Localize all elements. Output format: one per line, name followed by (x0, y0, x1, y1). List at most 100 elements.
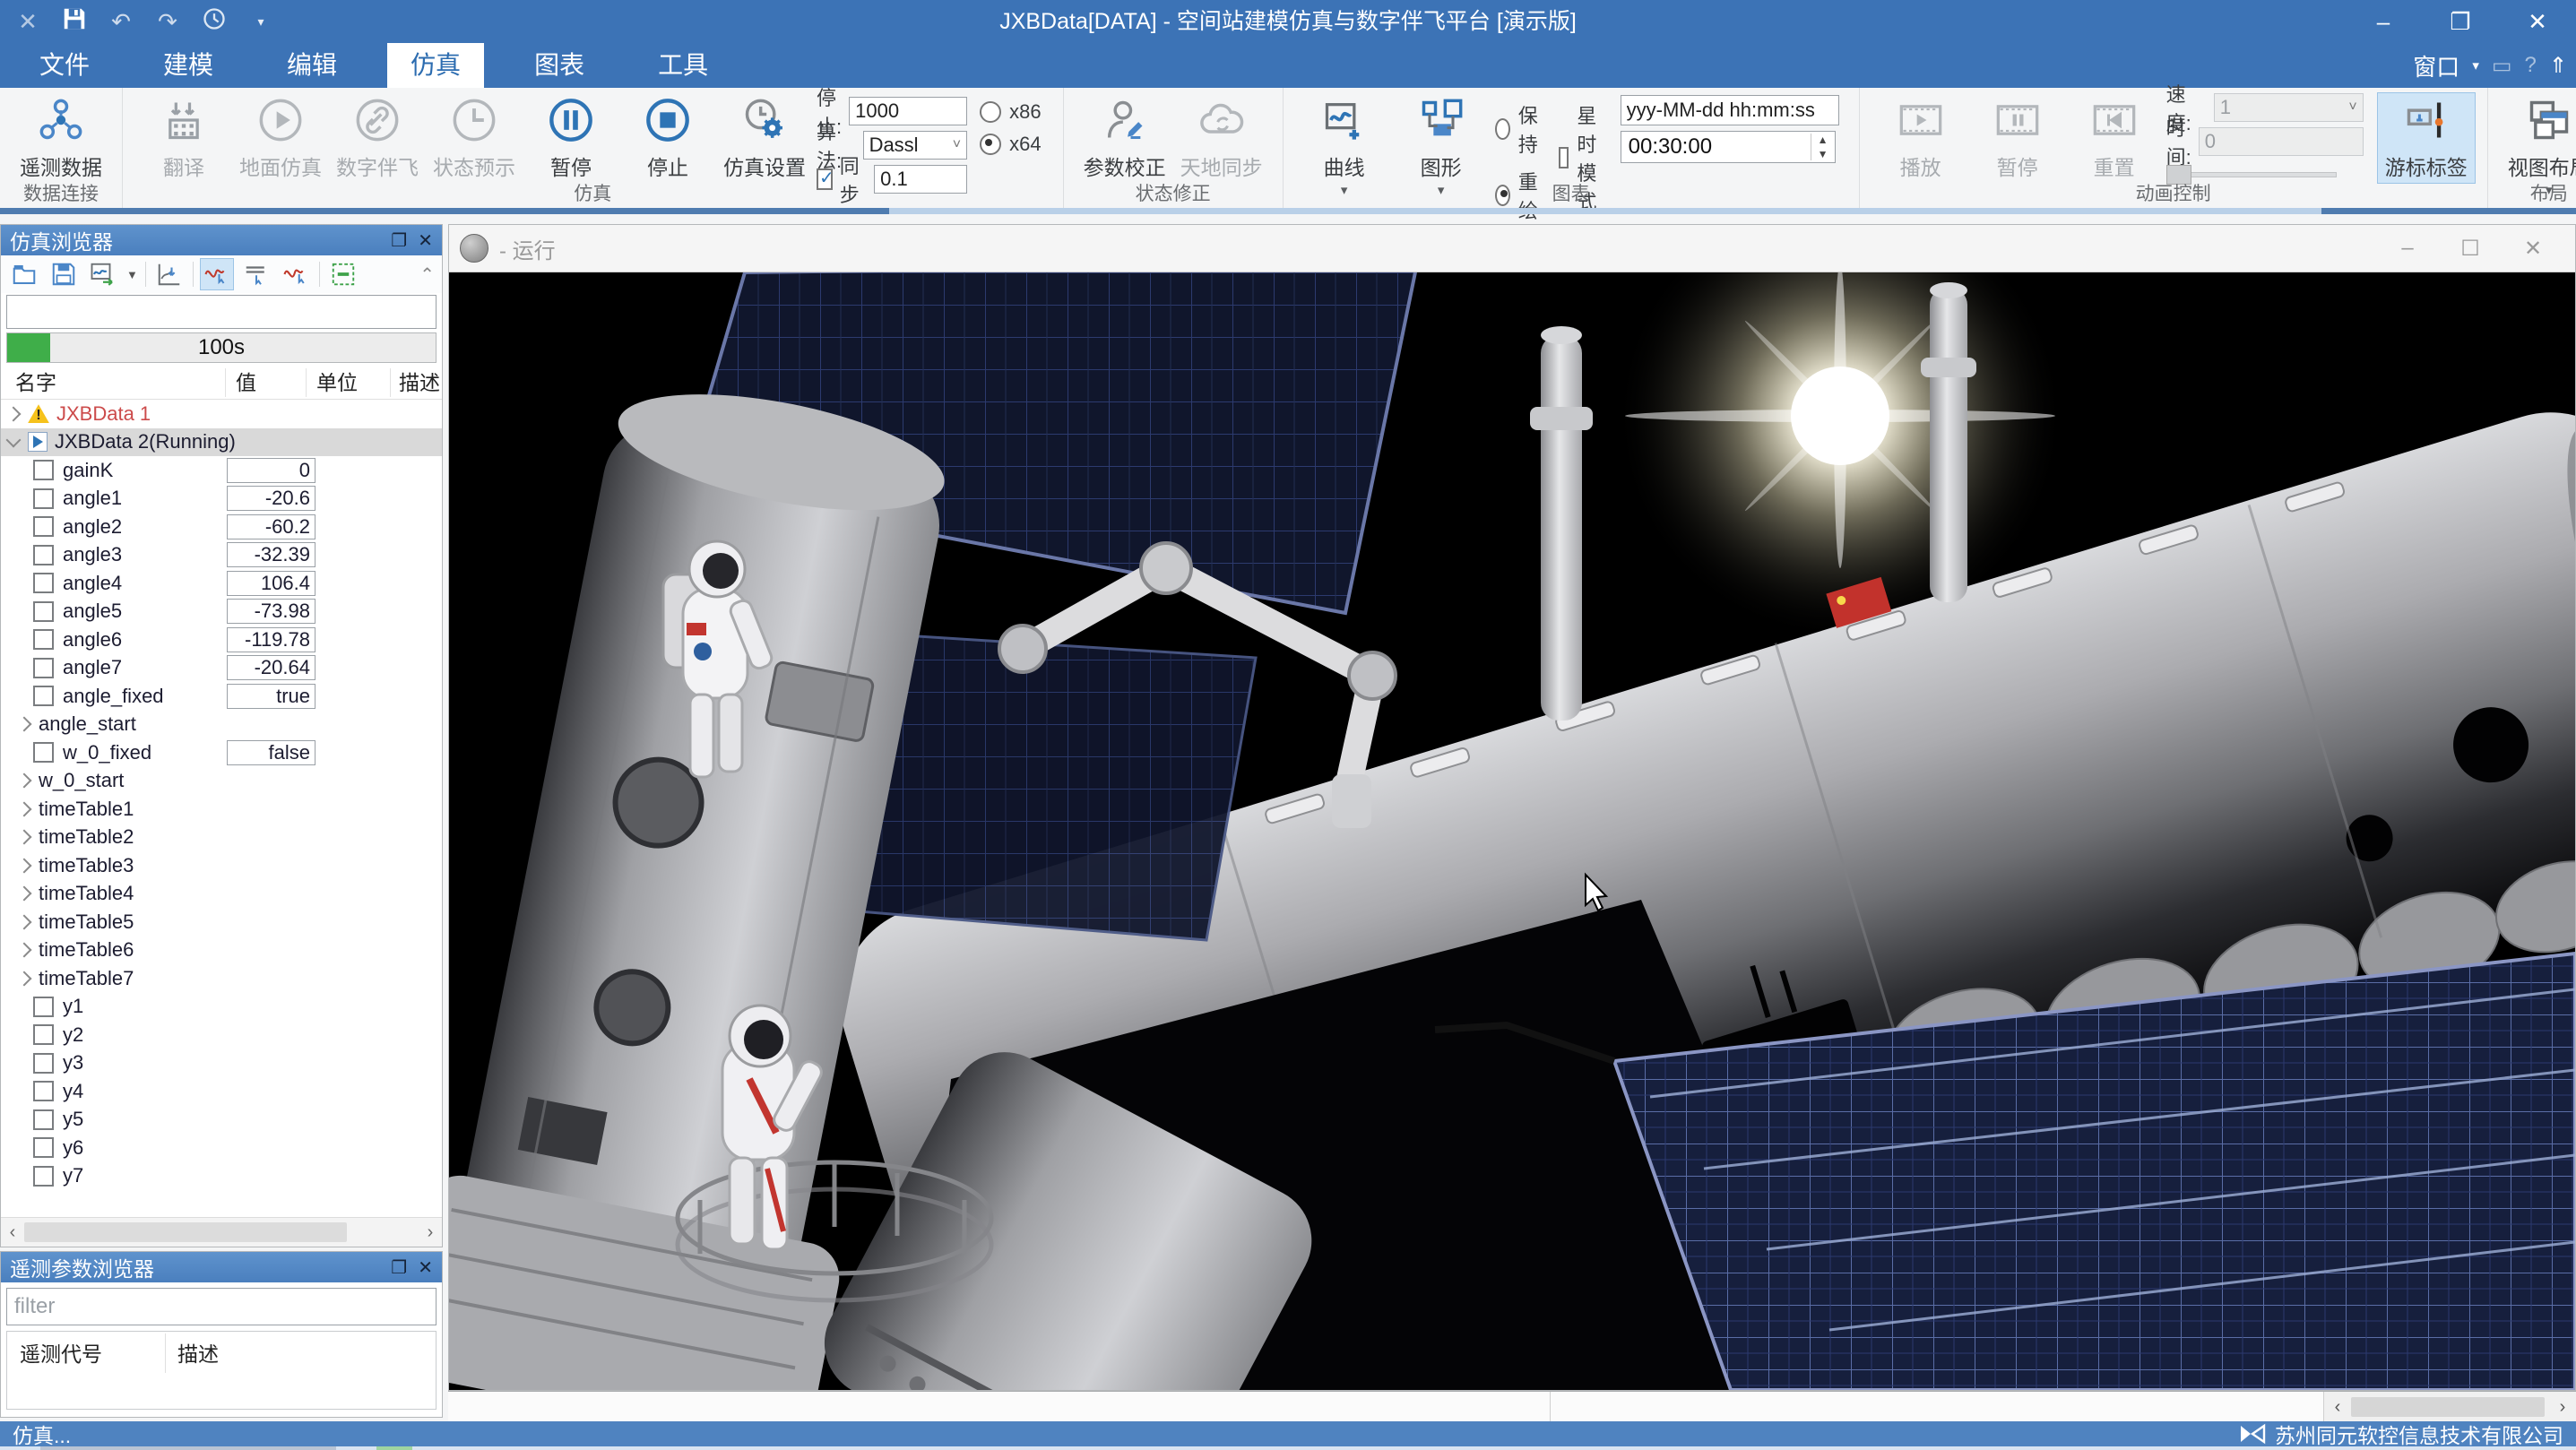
row-checkbox[interactable] (33, 601, 54, 622)
curve-list-icon[interactable] (240, 259, 272, 289)
star-time-checkbox[interactable] (1559, 147, 1569, 168)
tree-row[interactable]: angle_start (1, 711, 442, 739)
tree-row[interactable]: timeTable4 (1, 880, 442, 909)
row-value[interactable]: -73.98 (227, 599, 316, 624)
expander-icon[interactable] (17, 886, 32, 902)
row-value[interactable]: -60.2 (227, 514, 316, 539)
chevron-down-icon[interactable]: ▼ (126, 268, 138, 281)
expander-icon[interactable] (17, 971, 32, 986)
minimize-ribbon-icon[interactable]: ▭ (2492, 53, 2512, 79)
tree-horizontal-scrollbar[interactable]: ‹ › (1, 1217, 442, 1247)
telemetry-filter-input[interactable] (7, 1294, 436, 1319)
expander-icon[interactable] (6, 406, 22, 421)
close-panel-icon[interactable]: ✕ (418, 1256, 433, 1279)
tree-row[interactable]: timeTable7 (1, 964, 442, 993)
viewer-close-button[interactable]: ✕ (2502, 236, 2564, 262)
menu-tools[interactable]: 工具 (635, 43, 731, 88)
close-button[interactable]: ✕ (2499, 0, 2576, 43)
3d-viewport[interactable] (449, 272, 2575, 1390)
telemetry-data-button[interactable]: 遥测数据 (13, 93, 109, 183)
row-value[interactable]: -20.6 (227, 486, 316, 511)
row-checkbox[interactable] (33, 516, 54, 537)
scroll-left-icon[interactable]: ‹ (2324, 1397, 2351, 1418)
tree-row[interactable]: y3 (1, 1049, 442, 1078)
tree-row[interactable]: y6 (1, 1134, 442, 1162)
row-checkbox[interactable] (33, 1137, 54, 1158)
row-value[interactable]: -20.64 (227, 655, 316, 680)
export-curve-icon[interactable] (87, 259, 119, 289)
tree-row[interactable]: angle5-73.98 (1, 598, 442, 626)
anim-pause-button[interactable]: 暂停 (1969, 93, 2066, 183)
expander-icon[interactable] (6, 433, 22, 448)
scroll-right-icon[interactable]: › (2549, 1397, 2576, 1418)
row-value[interactable]: -32.39 (227, 542, 316, 567)
window-menu-caret-icon[interactable]: ▾ (2472, 57, 2479, 73)
row-checkbox[interactable] (33, 573, 54, 593)
row-value[interactable]: true (227, 684, 316, 709)
viewer-horizontal-scrollbar[interactable]: ‹ › (2323, 1392, 2576, 1422)
x86-radio[interactable] (980, 101, 1001, 123)
scroll-left-icon[interactable]: ‹ (1, 1222, 24, 1243)
tree-row[interactable]: angle6-119.78 (1, 626, 442, 654)
anim-reset-button[interactable]: 重置 (2066, 93, 2163, 183)
tree-row[interactable]: y4 (1, 1077, 442, 1106)
tree-row[interactable]: angle7-20.64 (1, 654, 442, 683)
tree-row[interactable]: timeTable2 (1, 824, 442, 852)
menu-chart[interactable]: 图表 (511, 43, 608, 88)
row-checkbox[interactable] (33, 1053, 54, 1074)
collapse-toolbar-icon[interactable]: ⌃ (419, 263, 435, 286)
row-checkbox[interactable] (33, 742, 54, 763)
digital-fly-button[interactable]: 数字伴飞 (329, 93, 426, 183)
speed-select[interactable]: 1˅ (2214, 93, 2364, 122)
row-checkbox[interactable] (33, 686, 54, 706)
expander-icon[interactable] (17, 943, 32, 958)
stop-button[interactable]: 停止 (619, 93, 716, 183)
param-calibration-button[interactable]: 参数校正 (1076, 93, 1173, 183)
open-result-icon[interactable] (8, 259, 40, 289)
stop-time-input[interactable] (849, 97, 967, 125)
tree-row[interactable]: angle4106.4 (1, 569, 442, 598)
state-preview-button[interactable]: 状态预示 (426, 93, 523, 183)
row-value[interactable]: 0 (227, 458, 316, 483)
row-value[interactable]: 106.4 (227, 571, 316, 596)
viewer-maximize-button[interactable]: ☐ (2439, 236, 2502, 262)
row-checkbox[interactable] (33, 1024, 54, 1045)
expander-icon[interactable] (17, 830, 32, 845)
spin-up-icon[interactable]: ▲ (1818, 134, 1828, 146)
tree-row[interactable]: w_0_start (1, 767, 442, 796)
curve-cursor-icon[interactable] (280, 259, 312, 289)
datetime-format-input[interactable] (1621, 95, 1839, 125)
row-checkbox[interactable] (33, 1081, 54, 1101)
row-checkbox[interactable] (33, 488, 54, 509)
row-value[interactable]: false (227, 740, 316, 765)
tree-row[interactable]: y1 (1, 993, 442, 1022)
tree-row[interactable]: timeTable3 (1, 851, 442, 880)
ground-sim-button[interactable]: 地面仿真 (232, 93, 329, 183)
sim-settings-button[interactable]: 仿真设置 (716, 93, 813, 183)
scroll-right-icon[interactable]: › (419, 1222, 442, 1243)
row-checkbox[interactable] (33, 460, 54, 480)
tree-row[interactable]: angle3-32.39 (1, 541, 442, 570)
collapse-ribbon-icon[interactable]: ⇑ (2549, 53, 2567, 79)
row-checkbox[interactable] (33, 545, 54, 565)
remove-region-icon[interactable] (327, 259, 359, 289)
row-checkbox[interactable] (33, 629, 54, 650)
menu-modeling[interactable]: 建模 (140, 43, 237, 88)
anim-play-button[interactable]: 播放 (1872, 93, 1969, 183)
tree-row[interactable]: y2 (1, 1021, 442, 1049)
tree-row[interactable]: timeTable6 (1, 936, 442, 965)
tree-row[interactable]: timeTable1 (1, 795, 442, 824)
restore-button[interactable]: ❐ (2422, 0, 2499, 43)
row-checkbox[interactable] (33, 1166, 54, 1187)
expander-icon[interactable] (17, 717, 32, 732)
tree-row[interactable]: !JXBData 1 (1, 400, 442, 428)
sky-ground-sync-button[interactable]: 天地同步 (1173, 93, 1270, 183)
float-panel-icon[interactable]: ❐ (391, 1256, 407, 1279)
row-checkbox[interactable] (33, 1109, 54, 1130)
menu-edit[interactable]: 编辑 (264, 43, 360, 88)
close-panel-icon[interactable]: ✕ (418, 229, 433, 252)
plot-marker-icon[interactable] (153, 259, 186, 289)
tree-row[interactable]: angle_fixedtrue (1, 682, 442, 711)
duration-spinner[interactable]: 00:30:00 ▲▼ (1621, 131, 1836, 163)
cursor-label-button[interactable]: 游标标签 (2378, 93, 2475, 183)
